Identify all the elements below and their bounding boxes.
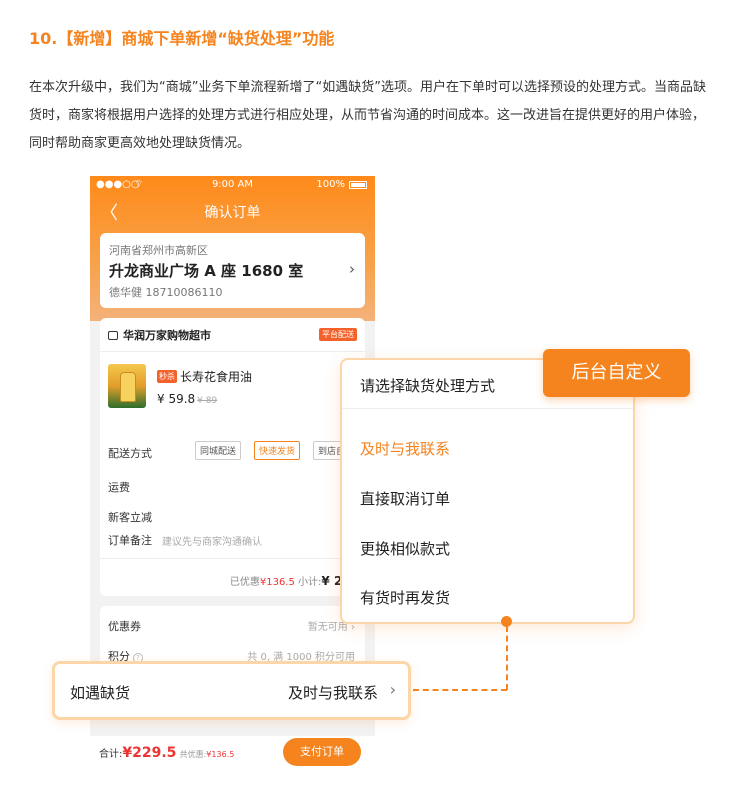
order-note-label: 订单备注 [108, 534, 152, 547]
out-of-stock-value: 及时与我联系 [287, 684, 378, 702]
battery-level: 100% [316, 179, 345, 190]
out-of-stock-popup: 请选择缺货处理方式 及时与我联系 直接取消订单 更换相似款式 有货时再发货 [340, 358, 635, 624]
chevron-right-icon: › [349, 260, 355, 278]
nav-bar: 〈 确认订单 [90, 196, 375, 226]
saved-amount: ¥136.5 [259, 577, 295, 588]
out-of-stock-label: 如遇缺货 [70, 684, 131, 702]
battery-icon [349, 181, 367, 189]
connector-line [506, 626, 508, 690]
saved-label: 已优惠 [229, 577, 260, 588]
chevron-right-icon: › [389, 680, 396, 699]
address-main: 升龙商业广场 A 座 1680 室 [109, 262, 304, 280]
shipping-label: 运费 [108, 481, 130, 494]
address-contact: 德华健 18710086110 [109, 286, 223, 299]
product-price: ¥ 59.8 ¥ 89 [157, 392, 217, 406]
subtotal-label: 小计: [298, 577, 322, 588]
platform-delivery-tag: 平台配送 [319, 328, 357, 341]
product-name: 长寿花食用油 [180, 370, 253, 384]
popup-title: 请选择缺货处理方式 [360, 377, 496, 395]
section-description: 在本次升级中，我们为“商城”业务下单流程新增了“如遇缺货”选项。用户在下单时可以… [29, 80, 706, 151]
coupon-label: 优惠券 [108, 620, 141, 633]
original-price: ¥ 89 [197, 396, 218, 406]
page-title: 确认订单 [204, 205, 261, 221]
connector-line [413, 689, 507, 691]
pay-order-button[interactable]: 支付订单 [283, 738, 361, 766]
status-bar: ●●●○○ ⌔ 9:00 AM 100% [90, 179, 375, 193]
address-region: 河南省郑州市高新区 [109, 244, 208, 257]
store-icon [108, 331, 118, 340]
option-cancel-order[interactable]: 直接取消订单 [360, 488, 450, 509]
bottom-total: 合计:¥229.5 共优惠:¥136.5 [99, 745, 234, 761]
delivery-label: 配送方式 [108, 447, 152, 460]
divider [342, 408, 633, 409]
new-customer-label: 新客立减 [108, 511, 152, 524]
delivery-option-express[interactable]: 快速发货 [254, 441, 301, 460]
price-value: ¥ 59.8 [157, 392, 196, 406]
total-amount: ¥229.5 [122, 745, 177, 761]
phone-mockup: ●●●○○ ⌔ 9:00 AM 100% 〈 确认订单 河南省郑州市高新区 升龙… [90, 176, 375, 736]
store-name-row: 华润万家购物超市 [108, 327, 211, 343]
out-of-stock-selector[interactable]: 如遇缺货 及时与我联系 › [52, 661, 411, 720]
option-contact-me[interactable]: 及时与我联系 [360, 438, 450, 459]
option-ship-when-available[interactable]: 有货时再发货 [360, 587, 450, 608]
order-card: 华润万家购物超市 平台配送 秒杀 长寿花食用油 ¥ 59.8 ¥ 89 配送方式 … [100, 318, 365, 596]
divider [100, 558, 365, 559]
store-name: 华润万家购物超市 [123, 329, 211, 342]
total-saved-label: 共优惠: [179, 750, 207, 759]
divider [100, 351, 365, 352]
delivery-option-local[interactable]: 同城配送 [195, 441, 242, 460]
address-card[interactable]: 河南省郑州市高新区 升龙商业广场 A 座 1680 室 德华健 18710086… [100, 233, 365, 308]
total-label: 合计: [99, 749, 123, 760]
section-heading: 10.【新增】商城下单新增“缺货处理”功能 [29, 29, 335, 48]
total-saved-amount: ¥136.5 [206, 750, 235, 759]
option-similar-item[interactable]: 更换相似款式 [360, 538, 450, 559]
custom-config-badge: 后台自定义 [543, 349, 690, 397]
order-note-input[interactable]: 建议先与商家沟通确认 [162, 533, 262, 548]
seckill-tag: 秒杀 [157, 370, 177, 383]
product-image [108, 364, 146, 408]
